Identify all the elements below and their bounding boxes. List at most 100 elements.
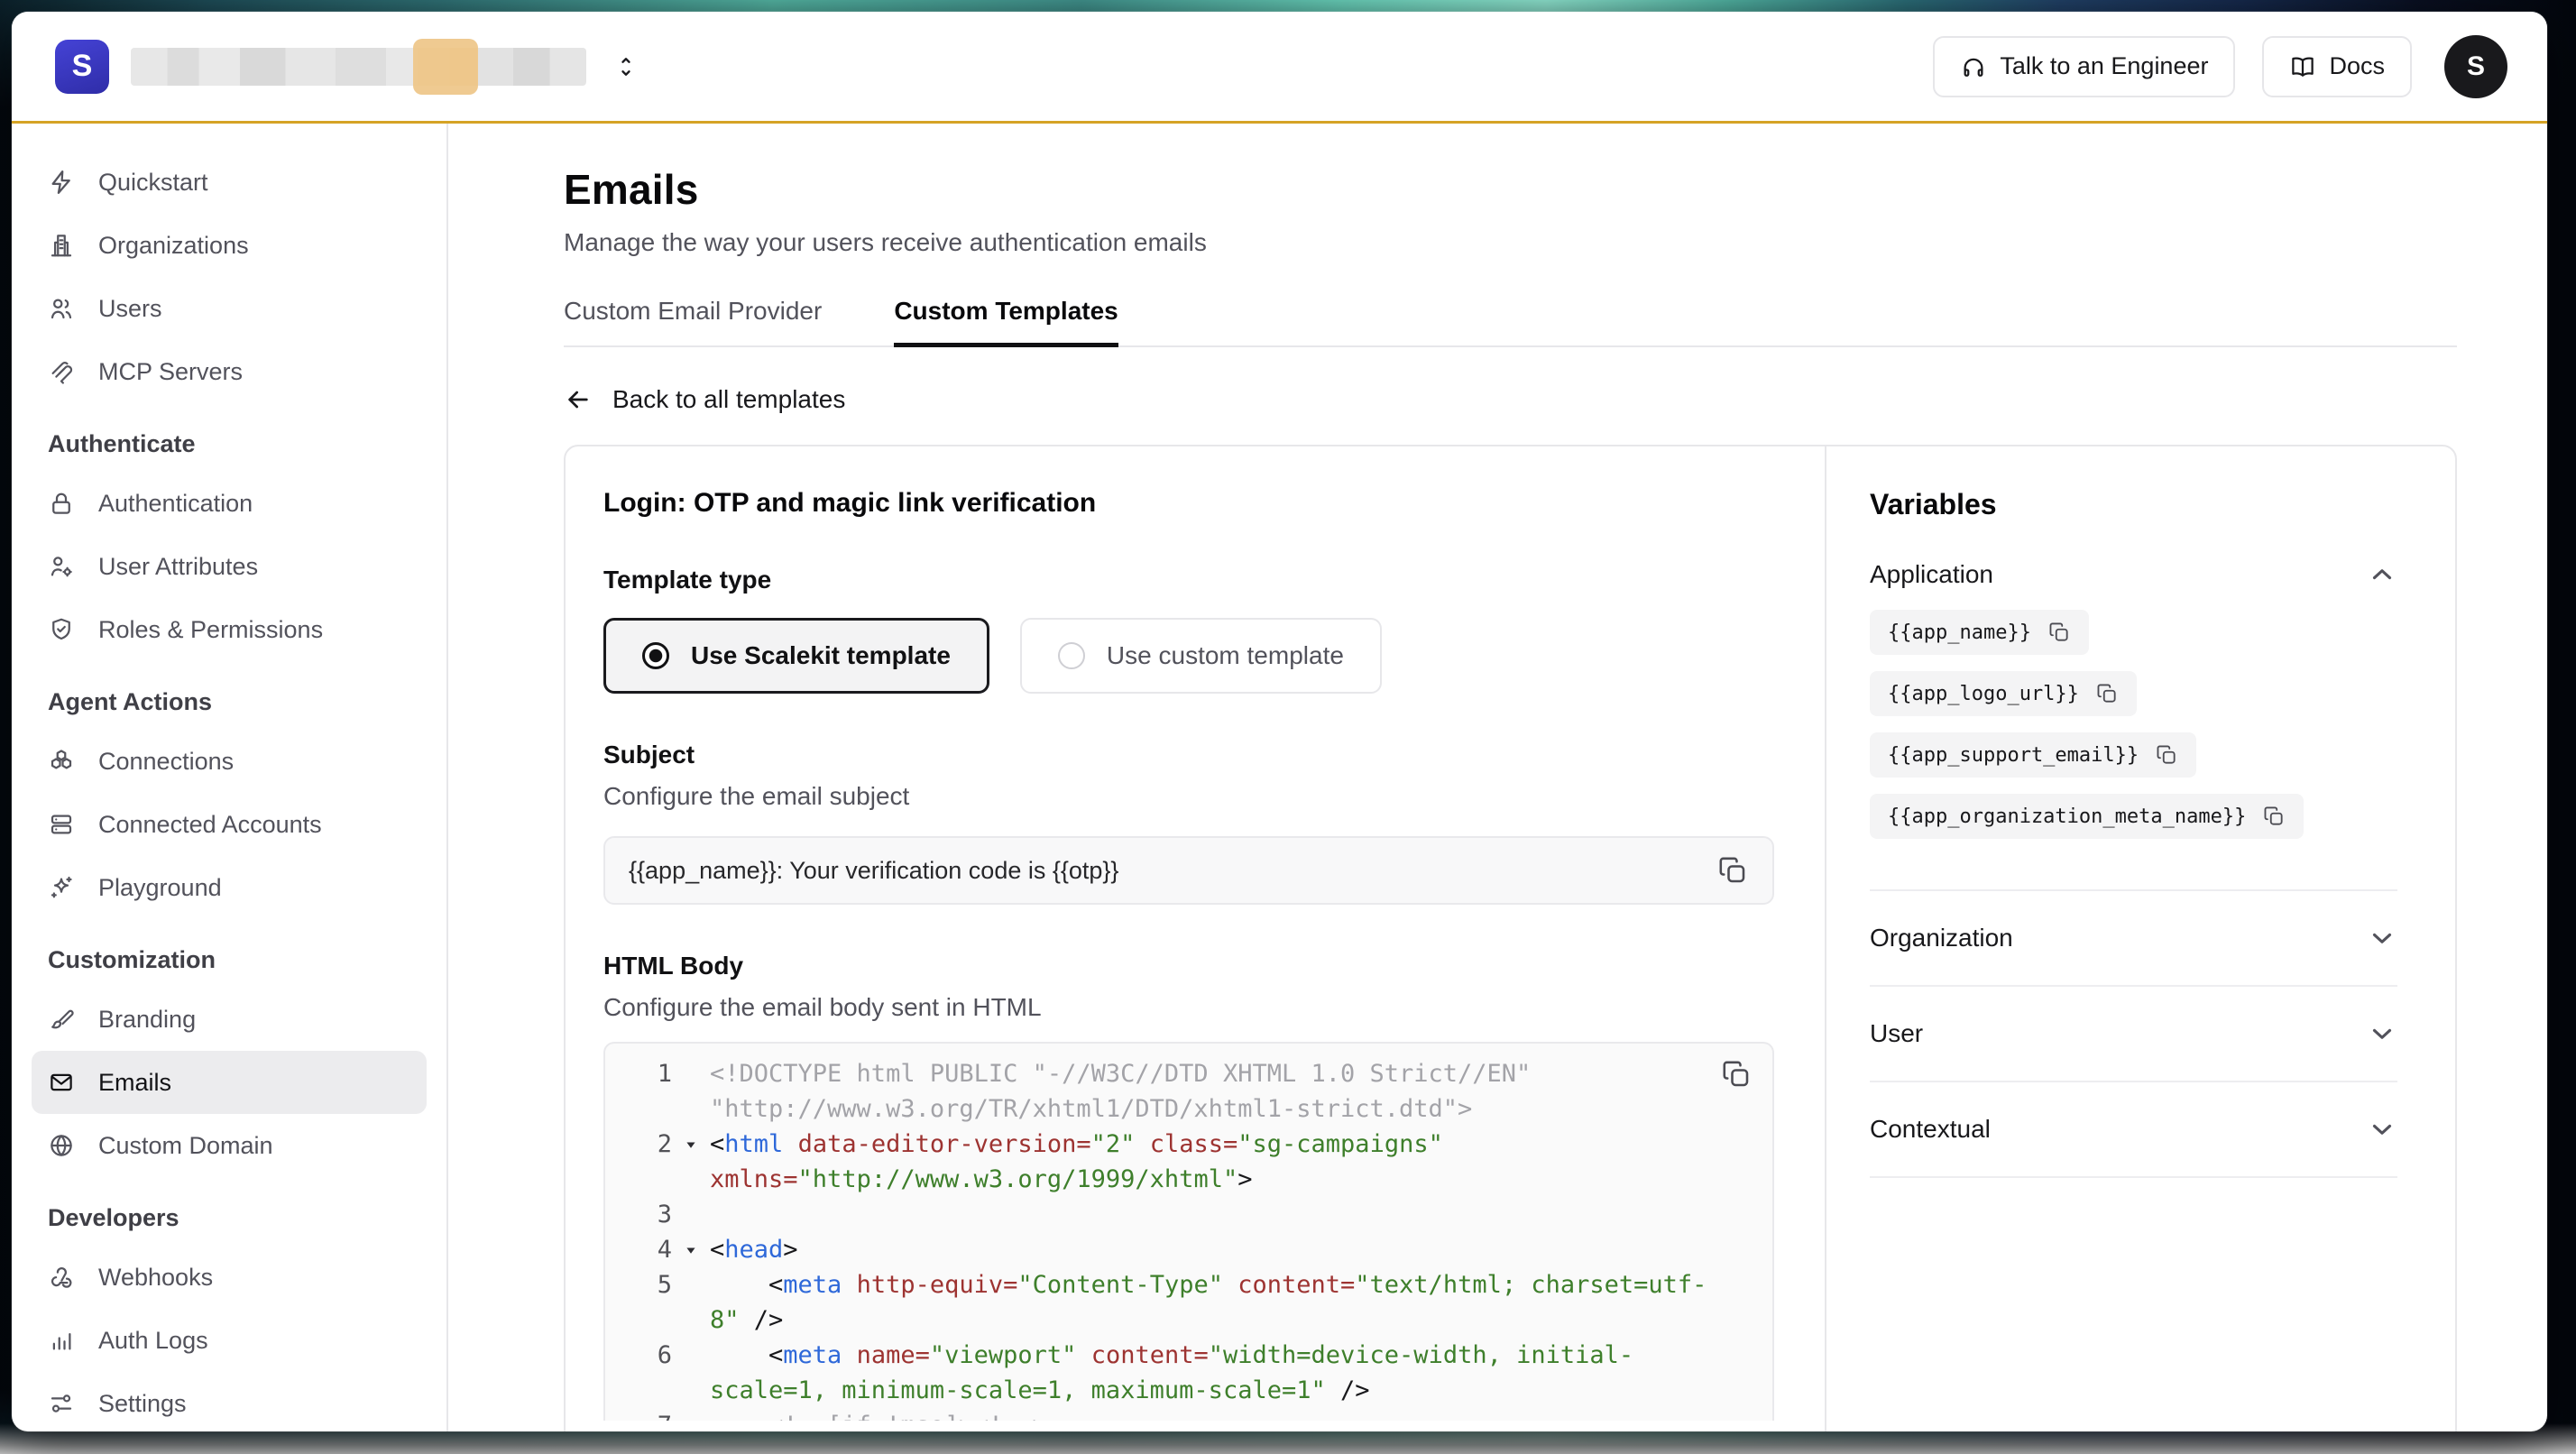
- html-code-editor[interactable]: 1<!DOCTYPE html PUBLIC "-//W3C//DTD XHTM…: [603, 1042, 1774, 1421]
- subject-help: Configure the email subject: [603, 782, 1774, 811]
- app-window: S Talk to an Engineer Docs S Quickstart O…: [12, 12, 2547, 1431]
- accordion-user[interactable]: User: [1870, 987, 2397, 1081]
- sidebar-item-connected-accounts[interactable]: Connected Accounts: [32, 793, 427, 856]
- line-number: 5: [605, 1267, 672, 1302]
- template-type-label: Template type: [603, 566, 1774, 594]
- sidebar-section-authenticate: Authenticate: [32, 416, 427, 472]
- line-number: 6: [605, 1338, 672, 1373]
- line-number: 7: [605, 1408, 672, 1421]
- sidebar-item-auth-logs[interactable]: Auth Logs: [32, 1309, 427, 1372]
- subject-copy-button[interactable]: [1716, 854, 1749, 887]
- chevron-up-icon: [2367, 559, 2397, 590]
- user-avatar[interactable]: S: [2444, 35, 2507, 98]
- fold-caret-icon[interactable]: [672, 1127, 710, 1162]
- copy-icon[interactable]: [2095, 682, 2119, 705]
- fold-spacer: [672, 1091, 710, 1127]
- sidebar-item-settings[interactable]: Settings: [32, 1372, 427, 1431]
- code-text: <meta name="viewport" content="width=dev…: [710, 1338, 1772, 1373]
- sidebar-item-webhooks[interactable]: Webhooks: [32, 1246, 427, 1309]
- org-name-redacted[interactable]: [131, 48, 586, 86]
- sidebar-item-users[interactable]: Users: [32, 277, 427, 340]
- back-to-templates-link[interactable]: Back to all templates: [564, 385, 845, 414]
- variables-panel: Variables Application {{app_name}} {{app_…: [1825, 446, 2455, 1431]
- sidebar-item-organizations[interactable]: Organizations: [32, 214, 427, 277]
- line-number: 4: [605, 1232, 672, 1267]
- sidebar-item-emails[interactable]: Emails: [32, 1051, 427, 1114]
- code-text: <head>: [710, 1232, 1772, 1267]
- sidebar-item-label: Connections: [98, 748, 234, 776]
- divider: [1870, 1176, 2397, 1178]
- sidebar-item-mcp-servers[interactable]: MCP Servers: [32, 340, 427, 403]
- accordion-application[interactable]: Application: [1870, 559, 2397, 590]
- subject-label: Subject: [603, 741, 1774, 769]
- sidebar-item-quickstart[interactable]: Quickstart: [32, 151, 427, 214]
- sidebar-item-label: Users: [98, 295, 162, 323]
- line-number: [605, 1373, 672, 1408]
- template-title: Login: OTP and magic link verification: [603, 488, 1774, 519]
- radio-use-custom-template[interactable]: Use custom template: [1020, 618, 1382, 694]
- chevrons-up-down-icon[interactable]: [613, 54, 639, 79]
- variable-chip[interactable]: {{app_logo_url}}: [1870, 671, 2137, 716]
- code-line: "http://www.w3.org/TR/xhtml1/DTD/xhtml1-…: [605, 1091, 1772, 1127]
- paintbrush-icon: [48, 1006, 75, 1033]
- tab-custom-email-provider[interactable]: Custom Email Provider: [564, 297, 822, 345]
- talk-to-engineer-label: Talk to an Engineer: [2000, 52, 2208, 80]
- variable-chip[interactable]: {{app_support_email}}: [1870, 732, 2196, 778]
- chevron-down-icon: [2367, 1018, 2397, 1049]
- sidebar-item-label: User Attributes: [98, 553, 258, 581]
- html-body-label: HTML Body: [603, 952, 1774, 980]
- html-body-help: Configure the email body sent in HTML: [603, 993, 1774, 1022]
- radio-scalekit-label: Use Scalekit template: [691, 641, 951, 670]
- page-subtitle: Manage the way your users receive authen…: [564, 228, 2457, 257]
- variable-chip[interactable]: {{app_name}}: [1870, 610, 2089, 655]
- copy-icon[interactable]: [2262, 805, 2286, 828]
- code-text: <!--[if !mso]><!-->: [710, 1408, 1772, 1421]
- sidebar-item-user-attributes[interactable]: User Attributes: [32, 535, 427, 598]
- accordion-contextual[interactable]: Contextual: [1870, 1082, 2397, 1176]
- page-title: Emails: [564, 165, 2457, 214]
- chevron-down-icon: [2367, 923, 2397, 953]
- sidebar-item-playground[interactable]: Playground: [32, 856, 427, 919]
- sidebar-item-label: Settings: [98, 1390, 187, 1418]
- fold-spacer: [672, 1267, 710, 1302]
- code-line: 8" />: [605, 1302, 1772, 1338]
- variable-chip-label: {{app_support_email}}: [1888, 744, 2139, 767]
- sidebar-section-developers: Developers: [32, 1190, 427, 1246]
- sidebar-item-label: Webhooks: [98, 1264, 213, 1292]
- sidebar-item-connections[interactable]: Connections: [32, 730, 427, 793]
- editor-copy-button[interactable]: [1720, 1058, 1753, 1090]
- docs-button[interactable]: Docs: [2262, 36, 2412, 97]
- sidebar-item-authentication[interactable]: Authentication: [32, 472, 427, 535]
- accordion-organization[interactable]: Organization: [1870, 891, 2397, 985]
- line-number: [605, 1162, 672, 1197]
- copy-icon[interactable]: [2047, 621, 2071, 644]
- sidebar-item-roles-permissions[interactable]: Roles & Permissions: [32, 598, 427, 661]
- fold-spacer: [672, 1302, 710, 1338]
- fold-caret-icon[interactable]: [672, 1232, 710, 1267]
- line-number: [605, 1091, 672, 1127]
- code-text: scale=1, minimum-scale=1, maximum-scale=…: [710, 1373, 1772, 1408]
- globe-icon: [48, 1132, 75, 1159]
- fold-spacer: [672, 1056, 710, 1091]
- code-line: scale=1, minimum-scale=1, maximum-scale=…: [605, 1373, 1772, 1408]
- sidebar-item-branding[interactable]: Branding: [32, 988, 427, 1051]
- variable-chip-label: {{app_logo_url}}: [1888, 683, 2079, 705]
- code-text: xmlns="http://www.w3.org/1999/xhtml">: [710, 1162, 1772, 1197]
- radio-custom-label: Use custom template: [1107, 641, 1344, 670]
- radio-use-scalekit-template[interactable]: Use Scalekit template: [603, 618, 989, 694]
- subject-input[interactable]: {{app_name}}: Your verification code is …: [603, 836, 1774, 905]
- variable-chip[interactable]: {{app_organization_meta_name}}: [1870, 794, 2304, 839]
- talk-to-engineer-button[interactable]: Talk to an Engineer: [1933, 36, 2235, 97]
- accordion-application-label: Application: [1870, 560, 1993, 589]
- tab-custom-templates[interactable]: Custom Templates: [894, 297, 1118, 345]
- sidebar-item-label: Organizations: [98, 232, 249, 260]
- copy-icon[interactable]: [2155, 743, 2178, 767]
- variable-chip-label: {{app_name}}: [1888, 621, 2031, 644]
- docs-label: Docs: [2329, 52, 2385, 80]
- headphones-icon: [1960, 53, 1987, 80]
- fold-spacer: [672, 1338, 710, 1373]
- variables-title: Variables: [1870, 488, 2397, 521]
- arrow-left-icon: [564, 385, 593, 414]
- sidebar-item-custom-domain[interactable]: Custom Domain: [32, 1114, 427, 1177]
- workspace-logo[interactable]: S: [55, 40, 109, 94]
